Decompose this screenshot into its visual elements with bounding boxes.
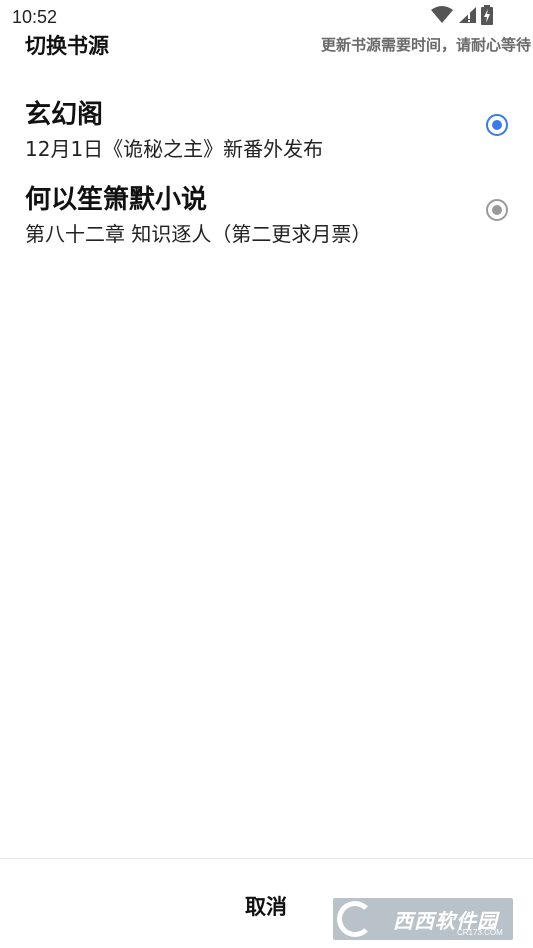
source-latest-chapter: 12月1日《诡秘之主》新番外发布	[25, 137, 324, 161]
source-item[interactable]: 何以笙箫默小说 第八十二章 知识逐人（第二更求月票）	[0, 173, 533, 258]
source-name: 何以笙箫默小说	[25, 185, 208, 215]
dialog-title: 切换书源	[25, 34, 109, 58]
watermark-logo: 西西软件园 CR173.COM	[333, 898, 513, 940]
status-time: 10:52	[12, 7, 58, 27]
watermark-subtext: CR173.COM	[457, 928, 503, 937]
source-name: 玄幻阁	[25, 100, 104, 130]
dialog-hint: 更新书源需要时间，请耐心等待	[320, 36, 531, 54]
radio-dot	[492, 205, 502, 215]
cancel-button[interactable]: 取消	[226, 889, 306, 925]
source-item[interactable]: 玄幻阁 12月1日《诡秘之主》新番外发布	[0, 88, 533, 173]
radio-dot	[492, 120, 502, 130]
status-icons	[431, 5, 493, 29]
radio-button-selected[interactable]	[486, 114, 508, 136]
source-latest-chapter: 第八十二章 知识逐人（第二更求月票）	[25, 222, 372, 246]
wifi-icon	[431, 6, 453, 28]
dialog-header: 切换书源 更新书源需要时间，请耐心等待	[0, 28, 533, 60]
source-list: 玄幻阁 12月1日《诡秘之主》新番外发布 何以笙箫默小说 第八十二章 知识逐人（…	[0, 88, 533, 258]
battery-icon	[481, 5, 493, 29]
signal-icon	[457, 6, 477, 28]
watermark-circle-icon	[337, 901, 373, 937]
radio-button[interactable]	[486, 199, 508, 221]
